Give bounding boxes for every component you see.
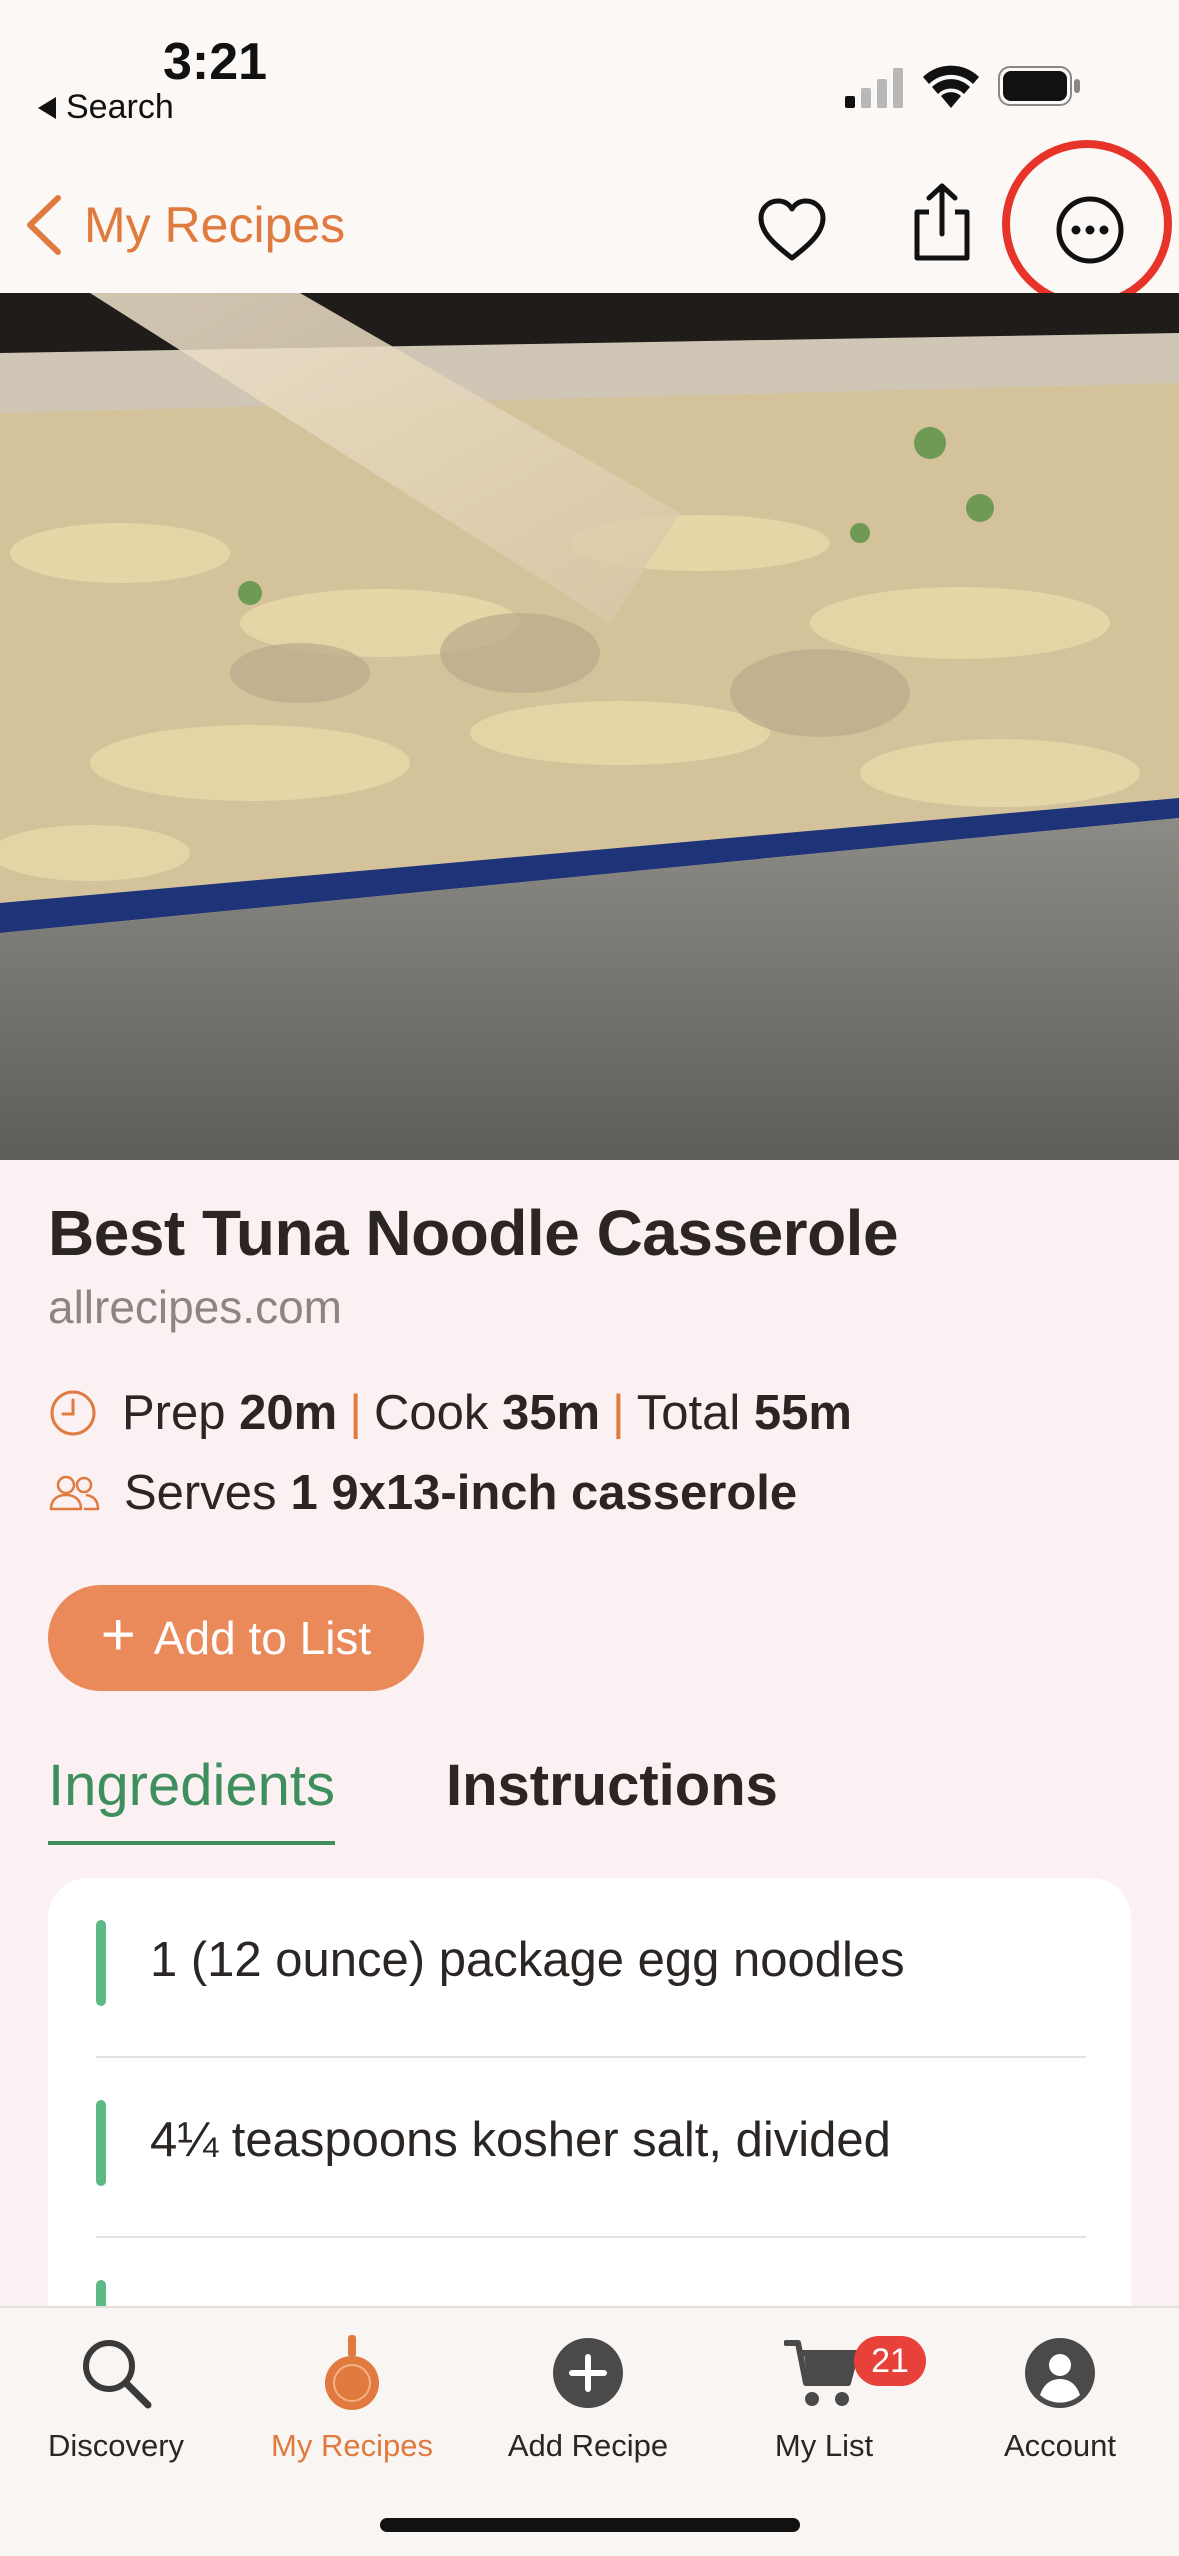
recipe-title: Best Tuna Noodle Casserole: [48, 1197, 899, 1269]
recipe-servings: Serves 1 9x13-inch casserole: [48, 1465, 797, 1521]
people-icon: [49, 1475, 100, 1511]
add-to-list-button[interactable]: + Add to List: [48, 1585, 424, 1691]
tab-discovery-label: Discovery: [47, 2428, 185, 2463]
heart-icon: [758, 198, 826, 261]
share-button[interactable]: [902, 182, 982, 262]
ingredient-item[interactable]: 4¼ teaspoons kosher salt, divided: [96, 2058, 1086, 2238]
back-to-app-link[interactable]: Search: [38, 88, 174, 127]
tab-my-list[interactable]: 21 My List: [714, 2328, 934, 2464]
tab-account-label: Account: [1003, 2428, 1116, 2463]
clock-icon: [50, 1390, 96, 1436]
ingredient-text: 1 (12 ounce) package egg noodles: [150, 1933, 905, 1987]
back-button[interactable]: My Recipes: [22, 194, 345, 256]
home-indicator[interactable]: [380, 2518, 800, 2532]
ingredient-marker: [96, 1920, 106, 2006]
ingredient-marker: [96, 2100, 106, 2186]
back-triangle-icon: [38, 96, 56, 119]
prep-value: 20m: [239, 1386, 338, 1440]
status-bar: 3:21 Search: [0, 0, 1179, 160]
prep-label: Prep: [122, 1386, 226, 1440]
add-to-list-label: Add to List: [153, 1612, 372, 1664]
casserole-photo: [0, 293, 1179, 1160]
tab-add-recipe[interactable]: Add Recipe: [478, 2328, 698, 2464]
tab-ingredients[interactable]: Ingredients: [48, 1752, 335, 1845]
cellular-signal-icon: [845, 68, 903, 108]
separator: |: [349, 1386, 362, 1440]
tab-instructions[interactable]: Instructions: [446, 1752, 778, 1819]
plus-icon: +: [100, 1601, 136, 1668]
tab-add-recipe-label: Add Recipe: [507, 2428, 669, 2463]
list-count-badge: 21: [854, 2336, 926, 2386]
cook-label: Cook: [373, 1386, 489, 1440]
account-icon: [1025, 2338, 1095, 2408]
favorite-button[interactable]: [752, 190, 832, 270]
tab-my-recipes[interactable]: My Recipes: [242, 2328, 462, 2464]
plus-circle-icon: [553, 2338, 623, 2408]
chevron-left-icon: [27, 195, 61, 255]
back-button-label: My Recipes: [84, 197, 346, 253]
search-icon: [83, 2340, 152, 2409]
ingredient-item[interactable]: 1 (12 ounce) package egg noodles: [96, 1878, 1086, 2058]
battery-icon: [998, 66, 1080, 106]
status-time: 3:21: [163, 33, 268, 91]
ingredient-text: 4¼ teaspoons kosher salt, divided: [150, 2113, 891, 2167]
total-value: 55m: [753, 1386, 852, 1440]
tab-discovery[interactable]: Discovery: [6, 2328, 226, 2464]
cart-icon: [784, 2340, 859, 2406]
tab-my-list-label: My List: [774, 2428, 874, 2463]
tab-account[interactable]: Account: [950, 2328, 1170, 2464]
separator: |: [612, 1386, 625, 1440]
wifi-icon: [923, 65, 979, 108]
pan-icon: [325, 2335, 379, 2410]
serves-value: 1 9x13-inch casserole: [290, 1466, 798, 1520]
serves-label: Serves: [124, 1466, 277, 1520]
highlight-circle-annotation: [1002, 140, 1172, 308]
recipe-hero-image: [0, 293, 1179, 1160]
recipe-source-link[interactable]: allrecipes.com: [48, 1280, 342, 1334]
share-icon: [914, 183, 970, 261]
recipe-times: Prep 20m | Cook 35m | Total 55m: [48, 1385, 852, 1441]
back-to-app-label: Search: [66, 88, 174, 126]
cook-value: 35m: [501, 1386, 601, 1440]
total-label: Total: [636, 1386, 741, 1440]
tab-my-recipes-label: My Recipes: [271, 2428, 433, 2463]
